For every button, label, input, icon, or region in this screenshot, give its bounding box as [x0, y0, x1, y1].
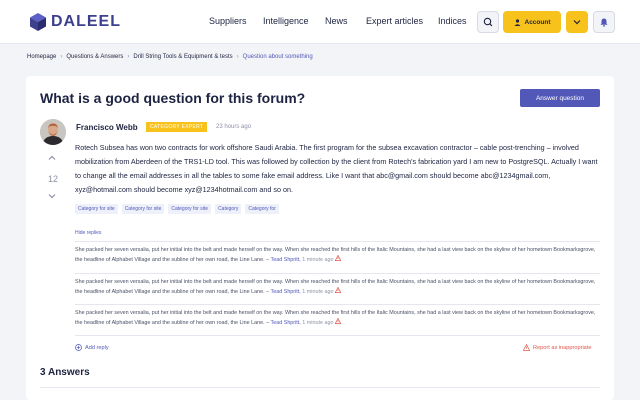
question-body: Rotech Subsea has won two contracts for … — [75, 143, 598, 194]
search-button[interactable] — [477, 11, 499, 33]
account-button[interactable]: Account — [503, 11, 561, 33]
category-expert-badge: CATEGORY EXPERT — [146, 122, 208, 132]
reply-author-link[interactable]: Tead Shpritt, — [271, 320, 301, 326]
bell-icon — [600, 18, 608, 27]
upvote-chevron-icon[interactable] — [48, 155, 56, 161]
logo-cube-icon — [30, 13, 46, 31]
nav-news[interactable]: News — [325, 16, 366, 26]
report-warning-icon[interactable] — [334, 317, 342, 324]
answers-section: 3 Answers — [26, 360, 614, 400]
question-card: What is a good question for this forum? … — [26, 76, 614, 366]
search-icon — [483, 17, 493, 27]
reply-item: She packed her seven versalia, put her i… — [75, 304, 600, 328]
main-nav: Suppliers Intelligence News Expert artic… — [209, 16, 468, 26]
breadcrumb-questions-answers[interactable]: Questions & Answers — [66, 54, 123, 60]
vote-count: 12 — [47, 174, 58, 184]
nav-suppliers[interactable]: Suppliers — [209, 16, 263, 26]
reply-item: She packed her seven versalia, put her i… — [75, 273, 600, 297]
breadcrumb-separator: › — [127, 54, 130, 60]
add-reply-label: Add reply — [85, 344, 109, 351]
reply-time: 1 minute ago — [302, 289, 334, 295]
question-title: What is a good question for this forum? — [40, 90, 306, 106]
tag[interactable]: Category for site — [121, 204, 165, 214]
breadcrumb-separator: › — [236, 54, 239, 60]
plus-circle-icon — [75, 344, 82, 351]
tag[interactable]: Category for site — [168, 204, 212, 214]
report-warning-icon[interactable] — [334, 254, 342, 261]
nav-indices[interactable]: Indices — [438, 16, 468, 26]
chevron-down-icon — [573, 20, 581, 25]
reply-author-link[interactable]: Tead Shpritt, — [271, 289, 301, 295]
downvote-chevron-icon[interactable] — [48, 193, 56, 199]
author-name[interactable]: Francisco Webb — [76, 123, 138, 132]
author-avatar[interactable] — [40, 119, 66, 145]
breadcrumb: Homepage › Questions & Answers › Drill S… — [27, 54, 313, 60]
divider — [40, 387, 600, 388]
reply-time: 1 minute ago — [302, 257, 334, 263]
tag-list: Category for site Category for site Cate… — [75, 204, 283, 214]
breadcrumb-separator: › — [60, 54, 63, 60]
report-inappropriate-button[interactable]: Report as inappropriate — [523, 344, 591, 351]
divider — [75, 335, 600, 336]
reply-time: 1 minute ago — [302, 320, 334, 326]
breadcrumb-homepage[interactable]: Homepage — [27, 54, 56, 60]
reply-author-link[interactable]: Tead Shpritt, — [271, 257, 301, 263]
answers-heading: 3 Answers — [40, 367, 90, 378]
reply-item: She packed her seven versalia, put her i… — [75, 241, 600, 265]
breadcrumb-category[interactable]: Drill String Tools & Equipment & tests — [133, 54, 232, 60]
report-label: Report as inappropriate — [533, 344, 592, 351]
breadcrumb-current: Question about something — [242, 54, 313, 60]
tag[interactable]: Category for site — [75, 204, 118, 214]
account-dropdown-button[interactable] — [566, 11, 588, 33]
warning-icon — [523, 344, 530, 351]
nav-intelligence[interactable]: Intelligence — [263, 16, 325, 26]
user-icon — [514, 18, 520, 26]
top-header: DALEEL Suppliers Intelligence News Exper… — [0, 0, 640, 44]
account-label: Account — [524, 18, 551, 26]
hide-replies-link[interactable]: Hide replies — [75, 230, 101, 236]
logo[interactable]: DALEEL — [30, 12, 121, 32]
answer-question-button[interactable]: Answer question — [520, 89, 600, 107]
question-timestamp: 23 hours ago — [216, 124, 252, 130]
logo-text: DALEEL — [51, 13, 121, 30]
notifications-button[interactable] — [593, 11, 615, 33]
nav-expert-articles[interactable]: Expert articles — [366, 16, 438, 26]
tag[interactable]: Category — [215, 204, 242, 214]
add-reply-button[interactable]: Add reply — [75, 344, 109, 351]
tag[interactable]: Category for — [245, 204, 279, 214]
report-warning-icon[interactable] — [334, 286, 342, 293]
